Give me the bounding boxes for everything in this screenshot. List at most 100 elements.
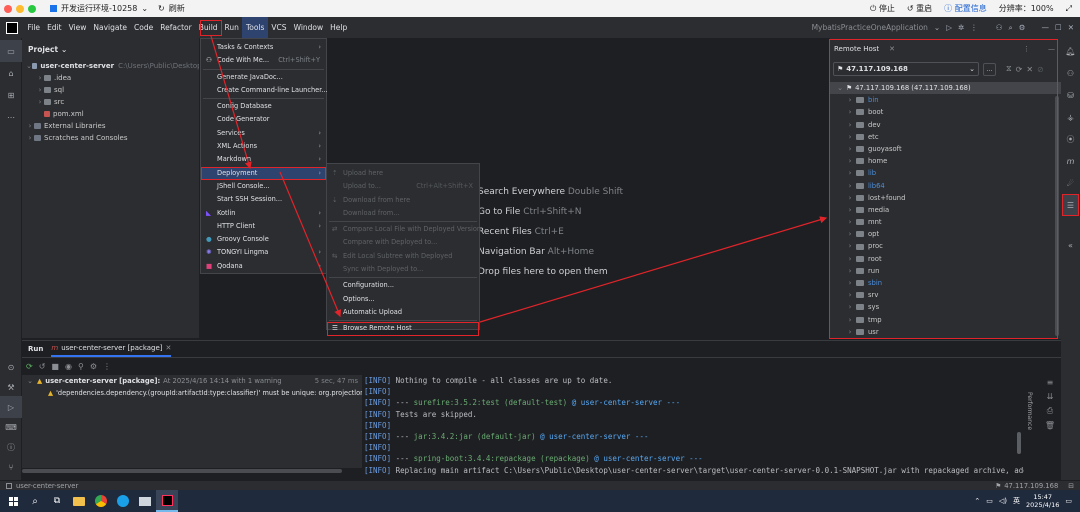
chrome-icon[interactable] bbox=[90, 490, 112, 512]
gradle-icon[interactable]: ⚶ bbox=[1061, 106, 1080, 128]
minimize-window-icon[interactable] bbox=[16, 4, 24, 13]
chevron-right-icon[interactable]: › bbox=[36, 72, 44, 84]
menu-tools[interactable]: Tools bbox=[242, 17, 268, 38]
run-tool-icon[interactable]: ▷ bbox=[0, 396, 22, 418]
menu-item-compare-local[interactable]: ⇄ Compare Local File with Deployed Versio… bbox=[327, 223, 481, 236]
chevron-right-icon[interactable]: › bbox=[844, 326, 856, 338]
menu-item-config-database[interactable]: Config Database bbox=[201, 100, 326, 113]
remote-host-tab[interactable]: Remote Host bbox=[834, 45, 879, 53]
performance-tab[interactable]: Performance bbox=[1026, 392, 1033, 430]
session-title[interactable]: 开发运行环境-10258 bbox=[61, 3, 137, 14]
console-output[interactable]: [INFO] Nothing to compile - all classes … bbox=[364, 375, 1024, 480]
run-tab[interactable]: Run bbox=[28, 345, 43, 353]
chevron-right-icon[interactable]: › bbox=[844, 143, 856, 155]
menu-item-jshell[interactable]: JShell Console... bbox=[201, 180, 326, 193]
remote-dir-row[interactable]: › guoyasoft bbox=[830, 143, 1061, 155]
problems-icon[interactable]: ⓘ bbox=[0, 436, 22, 458]
chevron-right-icon[interactable]: › bbox=[844, 314, 856, 326]
menu-item-kotlin[interactable]: ◣ Kotlin › bbox=[201, 207, 326, 220]
browse-button[interactable]: … bbox=[983, 62, 996, 76]
chevron-right-icon[interactable]: › bbox=[26, 120, 34, 132]
menu-item-xml-actions[interactable]: XML Actions › bbox=[201, 140, 326, 153]
chevron-right-icon[interactable]: › bbox=[844, 277, 856, 289]
menu-view[interactable]: View bbox=[65, 17, 90, 38]
refresh-label[interactable]: 刷新 bbox=[169, 3, 185, 14]
menu-item-deployment[interactable]: Deployment › bbox=[201, 166, 326, 180]
menu-build[interactable]: Build bbox=[195, 17, 221, 38]
remote-dir-row[interactable]: › root bbox=[830, 253, 1061, 265]
stop-button[interactable]: ⏻ 停止 bbox=[870, 3, 895, 14]
stop-icon[interactable]: ⊘ bbox=[1037, 65, 1044, 74]
chevron-down-icon[interactable]: ⌄ bbox=[61, 45, 67, 54]
menu-item-groovy[interactable]: ● Groovy Console bbox=[201, 233, 326, 246]
chevron-right-icon[interactable]: › bbox=[844, 240, 856, 252]
chevron-down-icon[interactable]: ⌄ bbox=[26, 377, 34, 385]
menu-run[interactable]: Run bbox=[221, 17, 242, 38]
scrollbar[interactable] bbox=[1055, 96, 1059, 336]
project-header[interactable]: Project bbox=[28, 45, 58, 54]
ime-indicator[interactable]: 英 bbox=[1013, 496, 1020, 506]
menu-item-sync[interactable]: Sync with Deployed to... bbox=[327, 263, 479, 276]
task-view-icon[interactable]: ⧉ bbox=[46, 490, 68, 512]
menu-item-compare-deployed[interactable]: Compare with Deployed to... bbox=[327, 236, 479, 249]
remote-dir-row[interactable]: › proc bbox=[830, 240, 1061, 252]
gear-icon[interactable]: ⚙ bbox=[1019, 23, 1026, 32]
remote-dir-row[interactable]: › tmp bbox=[830, 314, 1061, 326]
search-icon[interactable]: ⌕ bbox=[1009, 23, 1013, 33]
collab-icon[interactable]: ⚇ bbox=[996, 23, 1003, 32]
refresh-icon[interactable]: ⟳ bbox=[1016, 65, 1023, 74]
menu-item-configuration[interactable]: Configuration... bbox=[327, 279, 479, 292]
close-window-icon[interactable] bbox=[4, 4, 12, 13]
services-icon[interactable]: ⊙ bbox=[0, 356, 22, 378]
status-lock-icon[interactable]: ⊟ bbox=[1068, 482, 1074, 490]
summary-title[interactable]: user-center-server [package]: bbox=[45, 377, 160, 385]
remote-dir-row[interactable]: › dev bbox=[830, 119, 1061, 131]
window-close-icon[interactable]: ✕ bbox=[1068, 23, 1074, 32]
remote-host-tool-icon[interactable]: ☰ bbox=[1062, 194, 1079, 216]
notifications-icon[interactable]: 🔔︎ bbox=[1061, 40, 1080, 62]
menu-item-services[interactable]: Services › bbox=[201, 127, 326, 140]
menu-vcs[interactable]: VCS bbox=[268, 17, 290, 38]
run-icon[interactable]: ▷ bbox=[946, 23, 952, 32]
toggle-icon[interactable]: ⚲ bbox=[78, 362, 84, 371]
menu-item-browse-remote-host[interactable]: ☰ Browse Remote Host bbox=[327, 322, 479, 336]
run-config-select[interactable]: MybatisPracticeOneApplication bbox=[812, 23, 928, 32]
database-icon[interactable]: ⛁ bbox=[1061, 84, 1080, 106]
chevron-right-icon[interactable]: › bbox=[844, 167, 856, 179]
menu-refactor[interactable]: Refactor bbox=[157, 17, 195, 38]
trash-icon[interactable]: 🗑︎ bbox=[1045, 421, 1055, 430]
window-max-icon[interactable]: ☐ bbox=[1055, 23, 1062, 32]
menu-item-options[interactable]: Options... bbox=[327, 293, 479, 306]
menu-item-code-with-me[interactable]: ⚇ Code With Me... Ctrl+Shift+Y bbox=[201, 54, 326, 67]
menu-help[interactable]: Help bbox=[327, 17, 351, 38]
chevron-right-icon[interactable]: › bbox=[844, 253, 856, 265]
chevron-right-icon[interactable]: › bbox=[844, 131, 856, 143]
tree-item-external-libraries[interactable]: › External Libraries bbox=[22, 120, 199, 132]
remote-dir-row[interactable]: › boot bbox=[830, 106, 1061, 118]
remote-dir-row[interactable]: › lost+found bbox=[830, 192, 1061, 204]
file-explorer-icon[interactable] bbox=[68, 490, 90, 512]
lingma-icon[interactable]: ☄ bbox=[1061, 172, 1080, 194]
debug-icon[interactable]: ✲ bbox=[958, 23, 964, 32]
minimize-icon[interactable]: — bbox=[1048, 45, 1055, 53]
menu-item-http-client[interactable]: HTTP Client › bbox=[201, 220, 326, 233]
remote-dir-row[interactable]: › sbin bbox=[830, 277, 1061, 289]
maven-icon[interactable]: m bbox=[1061, 150, 1080, 172]
tray-chevron-icon[interactable]: ⌃ bbox=[974, 497, 980, 505]
chevron-right-icon[interactable]: › bbox=[26, 132, 34, 144]
collapse-icon[interactable]: « bbox=[1061, 234, 1080, 256]
chevron-right-icon[interactable]: › bbox=[844, 180, 856, 192]
remote-dir-row[interactable]: › sys bbox=[830, 301, 1061, 313]
clock[interactable]: 15:47 2025/4/16 bbox=[1026, 493, 1059, 509]
settings-icon[interactable]: ⚙ bbox=[90, 362, 97, 371]
chevron-right-icon[interactable]: › bbox=[844, 204, 856, 216]
menu-item-download-here[interactable]: ⇣ Download from here bbox=[327, 194, 479, 207]
menu-item-tongyi[interactable]: ✺ TONGYI Lingma › bbox=[201, 246, 326, 259]
eye-icon[interactable]: ◉ bbox=[65, 362, 72, 371]
chevron-right-icon[interactable]: › bbox=[36, 84, 44, 96]
chevron-right-icon[interactable]: › bbox=[844, 106, 856, 118]
menu-file[interactable]: File bbox=[24, 17, 44, 38]
tree-root[interactable]: ⌄ user-center-server C:\Users\Public\Des… bbox=[22, 60, 199, 72]
refresh-icon[interactable]: ↻ bbox=[158, 4, 165, 13]
restart-icon[interactable]: ↺ bbox=[39, 362, 46, 371]
